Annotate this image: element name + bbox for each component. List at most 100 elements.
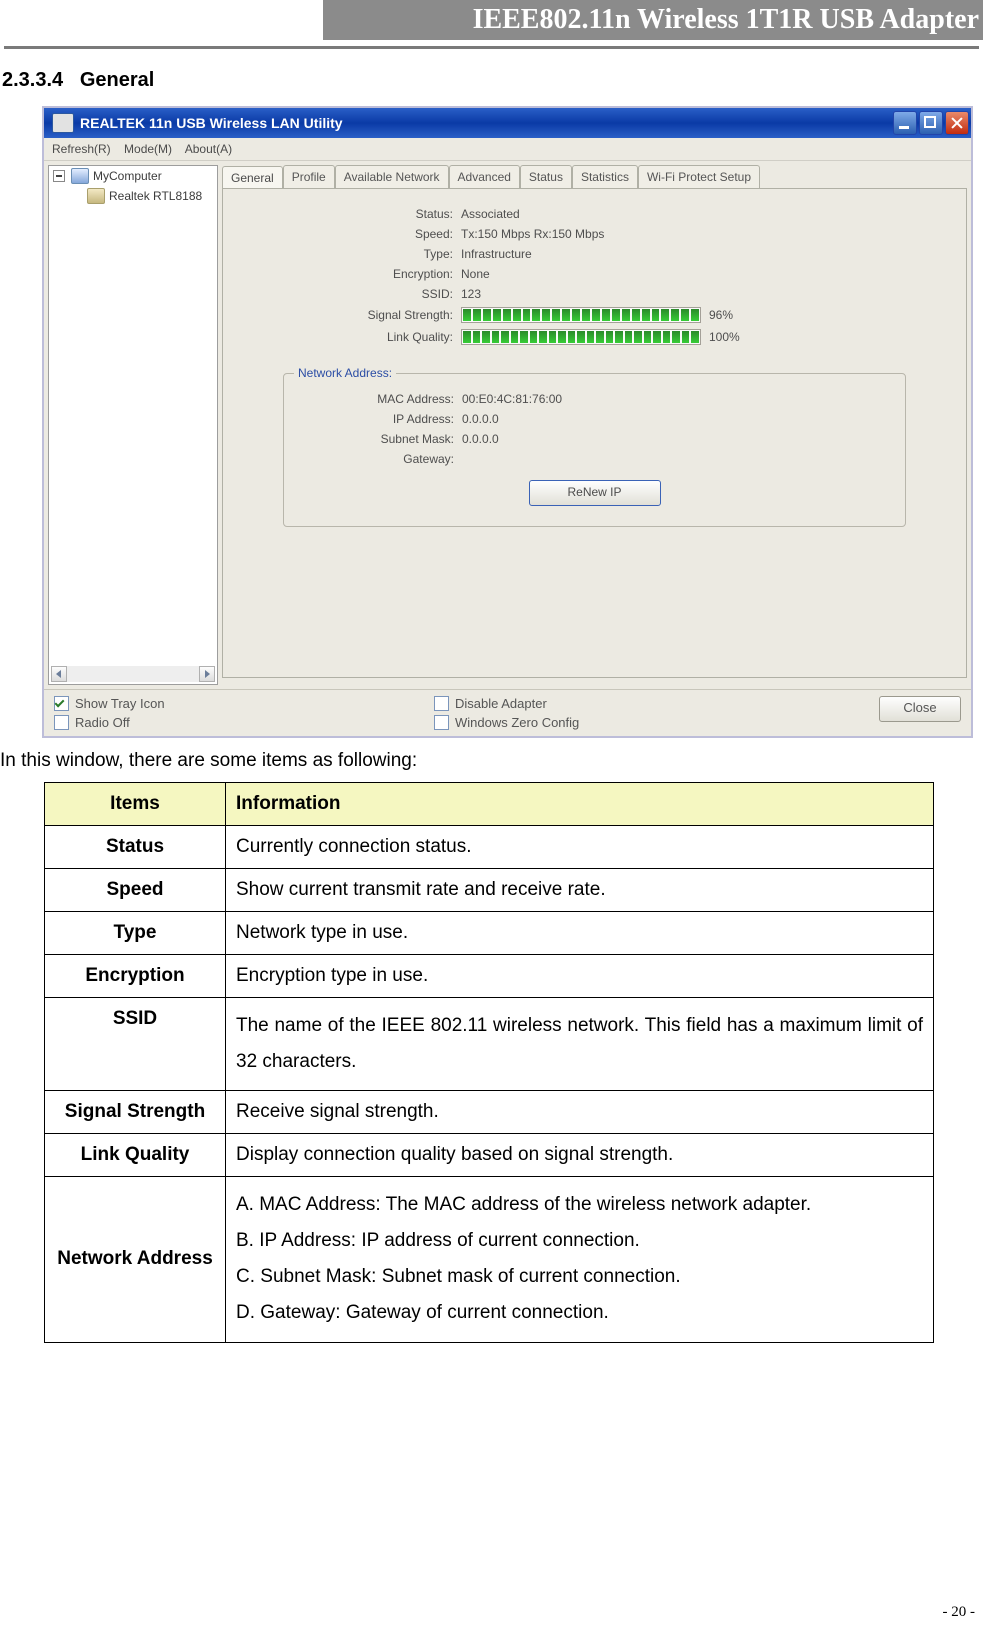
label-type: Type: [333, 247, 461, 261]
label-signal: Signal Strength: [333, 308, 461, 322]
table-row: TypeNetwork type in use. [45, 912, 934, 955]
chk-show-tray-label: Show Tray Icon [75, 696, 165, 711]
value-link-pct: 100% [709, 330, 740, 344]
app-window: REALTEK 11n USB Wireless LAN Utility Ref… [42, 106, 973, 738]
tab-strip: General Profile Available Network Advanc… [222, 165, 967, 188]
label-encryption: Encryption: [333, 267, 461, 281]
value-ip: 0.0.0.0 [462, 412, 499, 426]
titlebar[interactable]: REALTEK 11n USB Wireless LAN Utility [44, 108, 971, 138]
link-progress [461, 329, 701, 345]
chk-disable-adapter[interactable]: Disable Adapter [434, 696, 814, 711]
tree-root-label: MyComputer [93, 169, 162, 183]
scroll-right-icon[interactable] [199, 666, 215, 682]
info-cell: Receive signal strength. [226, 1091, 934, 1134]
info-cell: The name of the IEEE 802.11 wireless net… [226, 998, 934, 1091]
table-row: StatusCurrently connection status. [45, 826, 934, 869]
table-caption: In this window, there are some items as … [0, 750, 983, 772]
items-table: Items Information StatusCurrently connec… [44, 782, 934, 1343]
expander-icon[interactable] [53, 170, 65, 182]
label-gateway: Gateway: [344, 452, 462, 466]
section-title: General [80, 69, 154, 91]
item-cell: Encryption [45, 955, 226, 998]
adapter-icon [87, 188, 105, 204]
groupbox-title: Network Address: [294, 366, 396, 380]
tab-general[interactable]: General [222, 166, 283, 189]
table-row: Link QualityDisplay connection quality b… [45, 1134, 934, 1177]
info-cell: Encryption type in use. [226, 955, 934, 998]
table-header-row: Items Information [45, 783, 934, 826]
na-line-a: A. MAC Address: The MAC address of the w… [236, 1187, 923, 1223]
chk-wzc[interactable]: Windows Zero Config [434, 715, 814, 730]
table-row: SSIDThe name of the IEEE 802.11 wireless… [45, 998, 934, 1091]
app-icon [52, 113, 74, 133]
value-encryption: None [461, 267, 490, 281]
page-number: - 20 - [943, 1604, 976, 1621]
item-cell: Type [45, 912, 226, 955]
window-title: REALTEK 11n USB Wireless LAN Utility [80, 115, 893, 131]
tab-available-network[interactable]: Available Network [335, 165, 449, 188]
network-address-group: Network Address: MAC Address:00:E0:4C:81… [283, 373, 906, 527]
tab-profile[interactable]: Profile [283, 165, 335, 188]
item-cell: Speed [45, 869, 226, 912]
value-status: Associated [461, 207, 520, 221]
item-cell: Status [45, 826, 226, 869]
label-ip: IP Address: [344, 412, 462, 426]
tree-h-scrollbar[interactable] [51, 666, 215, 682]
item-cell: SSID [45, 998, 226, 1091]
label-mac: MAC Address: [344, 392, 462, 406]
tab-status[interactable]: Status [520, 165, 572, 188]
na-line-b: B. IP Address: IP address of current con… [236, 1223, 923, 1259]
scroll-track[interactable] [67, 666, 199, 682]
checkbox-icon[interactable] [54, 696, 69, 711]
info-cell: Show current transmit rate and receive r… [226, 869, 934, 912]
menu-mode[interactable]: Mode(M) [124, 142, 172, 156]
chk-wzc-label: Windows Zero Config [455, 715, 579, 730]
tree-adapter[interactable]: Realtek RTL8188 [49, 186, 217, 206]
info-cell: Currently connection status. [226, 826, 934, 869]
tab-statistics[interactable]: Statistics [572, 165, 638, 188]
tab-wifi-protect[interactable]: Wi-Fi Protect Setup [638, 165, 760, 188]
minimize-button[interactable] [893, 111, 917, 135]
table-row: EncryptionEncryption type in use. [45, 955, 934, 998]
table-row: SpeedShow current transmit rate and rece… [45, 869, 934, 912]
checkbox-icon[interactable] [434, 715, 449, 730]
menubar: Refresh(R) Mode(M) About(A) [44, 138, 971, 161]
na-line-c: C. Subnet Mask: Subnet mask of current c… [236, 1259, 923, 1295]
renew-ip-button[interactable]: ReNew IP [529, 480, 661, 506]
maximize-button[interactable] [919, 111, 943, 135]
item-cell: Network Address [45, 1177, 226, 1342]
table-row: Network Address A. MAC Address: The MAC … [45, 1177, 934, 1342]
value-type: Infrastructure [461, 247, 532, 261]
label-speed: Speed: [333, 227, 461, 241]
checkbox-icon[interactable] [54, 715, 69, 730]
table-row: Signal StrengthReceive signal strength. [45, 1091, 934, 1134]
value-subnet: 0.0.0.0 [462, 432, 499, 446]
header-rule [4, 46, 979, 49]
chk-radio-off[interactable]: Radio Off [54, 715, 434, 730]
value-ssid: 123 [461, 287, 481, 301]
tab-advanced[interactable]: Advanced [449, 165, 520, 188]
info-cell: Display connection quality based on sign… [226, 1134, 934, 1177]
close-button[interactable]: Close [879, 696, 961, 722]
th-items: Items [45, 783, 226, 826]
doc-header-title: IEEE802.11n Wireless 1T1R USB Adapter [323, 0, 983, 40]
menu-about[interactable]: About(A) [185, 142, 232, 156]
tree-root[interactable]: MyComputer [49, 166, 217, 186]
item-cell: Link Quality [45, 1134, 226, 1177]
checkbox-icon[interactable] [434, 696, 449, 711]
scroll-left-icon[interactable] [51, 666, 67, 682]
window-close-button[interactable] [945, 111, 969, 135]
label-status: Status: [333, 207, 461, 221]
th-information: Information [226, 783, 934, 826]
section-number: 2.3.3.4 [2, 69, 63, 91]
device-tree[interactable]: MyComputer Realtek RTL8188 [48, 165, 218, 685]
label-subnet: Subnet Mask: [344, 432, 462, 446]
computer-icon [71, 168, 89, 184]
chk-show-tray[interactable]: Show Tray Icon [54, 696, 434, 711]
menu-refresh[interactable]: Refresh(R) [52, 142, 111, 156]
general-panel: Status:Associated Speed:Tx:150 Mbps Rx:1… [222, 188, 967, 678]
value-speed: Tx:150 Mbps Rx:150 Mbps [461, 227, 604, 241]
tree-adapter-label: Realtek RTL8188 [109, 189, 202, 203]
value-signal-pct: 96% [709, 308, 733, 322]
bottom-bar: Show Tray Icon Radio Off Disable Adapter… [44, 689, 971, 736]
